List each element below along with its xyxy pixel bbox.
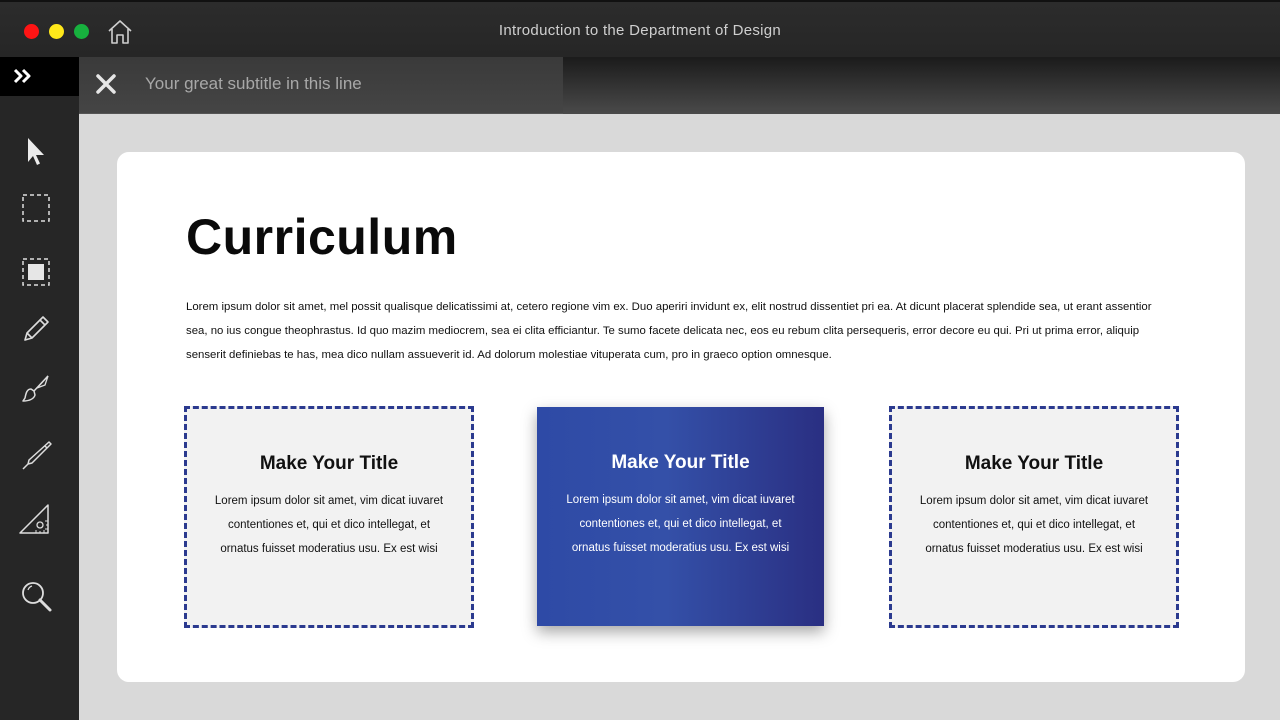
subtitle-panel: Your great subtitle in this line (79, 57, 563, 114)
pencil-icon[interactable] (18, 310, 54, 346)
double-chevron-right-icon[interactable] (13, 68, 33, 84)
brush-icon[interactable] (18, 371, 54, 407)
curriculum-card-1[interactable]: Make Your Title Lorem ipsum dolor sit am… (184, 406, 474, 628)
subtitle-text: Your great subtitle in this line (145, 74, 362, 93)
magnifier-icon[interactable] (18, 578, 54, 614)
card-title: Make Your Title (611, 452, 750, 473)
sidebar-header (0, 57, 79, 96)
slide-canvas[interactable]: Curriculum Lorem ipsum dolor sit amet, m… (117, 152, 1245, 682)
slide-title: Curriculum (186, 209, 458, 265)
card-text: Lorem ipsum dolor sit amet, vim dicat iu… (214, 495, 444, 555)
slide-body-text: Lorem ipsum dolor sit amet, mel possit q… (186, 301, 1152, 361)
tool-sidebar (0, 57, 79, 720)
close-icon[interactable] (95, 73, 117, 95)
window-title: Introduction to the Department of Design (498, 22, 782, 39)
card-title: Make Your Title (964, 453, 1104, 474)
card-title: Make Your Title (259, 453, 399, 474)
title-bar: Introduction to the Department of Design (0, 0, 1280, 57)
card-text: Lorem ipsum dolor sit amet, vim dicat iu… (566, 494, 795, 554)
set-square-icon[interactable] (18, 501, 54, 537)
pen-icon[interactable] (18, 437, 54, 473)
curriculum-card-3[interactable]: Make Your Title Lorem ipsum dolor sit am… (889, 406, 1179, 628)
card-text: Lorem ipsum dolor sit amet, vim dicat iu… (919, 495, 1149, 555)
select-rectangle-icon[interactable] (18, 190, 54, 226)
filled-rectangle-icon[interactable] (18, 254, 54, 290)
curriculum-card-2[interactable]: Make Your Title Lorem ipsum dolor sit am… (537, 407, 824, 626)
pointer-icon[interactable] (18, 133, 54, 169)
